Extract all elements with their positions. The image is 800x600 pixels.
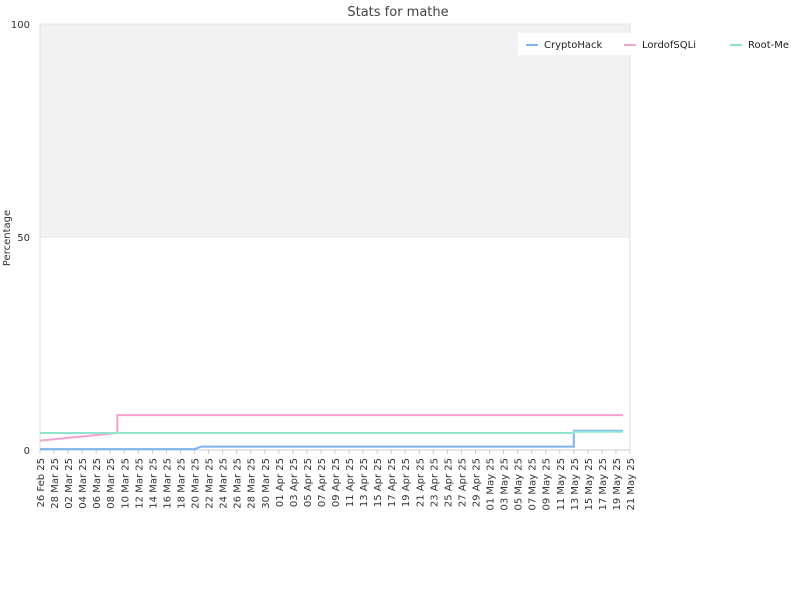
x-tick-label: 19 Apr 25 (401, 458, 412, 507)
x-tick-label: 13 Apr 25 (359, 458, 370, 507)
series-line-root-me (40, 430, 623, 434)
x-tick-label: 24 Mar 25 (219, 458, 230, 509)
x-tick-label: 03 May 25 (500, 458, 511, 510)
series-lines (39, 414, 623, 451)
x-tick-label: 28 Mar 25 (50, 458, 61, 509)
x-tick-label: 08 Mar 25 (106, 458, 117, 509)
x-tick-label: 27 Apr 25 (457, 458, 468, 507)
legend-label: LordofSQLi (642, 40, 696, 51)
chart-title: Stats for mathe (347, 5, 448, 20)
x-tick-label: 13 May 25 (570, 458, 581, 510)
x-tick-label: 11 Apr 25 (345, 458, 356, 507)
x-tick-label: 09 Apr 25 (331, 458, 342, 507)
y-tick-labels: 0 50 100 (11, 20, 30, 457)
y-axis-label: Percentage (2, 210, 13, 266)
x-tick-label: 02 Mar 25 (64, 458, 75, 509)
x-tick-label: 01 May 25 (486, 458, 497, 510)
legend-label: Root-Me (748, 40, 789, 51)
x-tick-label: 23 Apr 25 (429, 458, 440, 507)
x-tick-label: 28 Mar 25 (247, 458, 258, 509)
y-tick-label: 0 (24, 446, 30, 457)
x-tick-label: 25 Apr 25 (443, 458, 454, 507)
x-tick-label: 19 May 25 (612, 458, 623, 510)
x-tick-label: 26 Feb 25 (36, 458, 47, 508)
legend-label: CryptoHack (544, 40, 603, 51)
x-tick-label: 21 May 25 (626, 458, 637, 510)
x-tick-label: 20 Mar 25 (191, 458, 202, 509)
x-tick-label: 09 May 25 (542, 458, 553, 510)
y-tick-label: 50 (17, 233, 30, 244)
x-tick-label: 16 Mar 25 (162, 458, 173, 509)
x-tick-label: 11 May 25 (556, 458, 567, 510)
x-tick-label: 21 Apr 25 (415, 458, 426, 507)
x-tick-label: 07 Apr 25 (317, 458, 328, 507)
x-tick-label: 17 Apr 25 (387, 458, 398, 507)
series-line-lordofsqli (39, 414, 623, 442)
x-tick-label: 05 Apr 25 (303, 458, 314, 507)
plot-upper-band (40, 24, 630, 237)
x-tick-label: 15 May 25 (584, 458, 595, 510)
x-tick-label: 01 Apr 25 (275, 458, 286, 507)
x-tick-labels: 26 Feb 25 28 Mar 25 02 Mar 25 04 Mar 25 06 M… (36, 450, 637, 510)
x-tick-label: 03 Apr 25 (289, 458, 300, 507)
x-tick-label: 18 Mar 25 (176, 458, 187, 509)
x-tick-label: 05 May 25 (514, 458, 525, 510)
x-tick-label: 17 May 25 (598, 458, 609, 510)
stats-line-chart: 050100 26 Feb 25 28 Mar 25 02 Mar 25 04 Mar… (2, 5, 789, 510)
x-tick-label: 15 Apr 25 (373, 458, 384, 507)
x-tick-label: 29 Apr 25 (471, 458, 482, 507)
x-tick-label: 07 May 25 (528, 458, 539, 510)
x-tick-label: 04 Mar 25 (78, 458, 89, 509)
legend: CryptoHack LordofSQLi Root-Me (518, 33, 789, 55)
x-tick-label: 10 Mar 25 (120, 458, 131, 509)
x-tick-label: 22 Mar 25 (205, 458, 216, 509)
x-tick-label: 12 Mar 25 (134, 458, 145, 509)
x-tick-label: 26 Mar 25 (233, 458, 244, 509)
y-tick-label: 100 (11, 20, 30, 31)
x-tick-label: 30 Mar 25 (261, 458, 272, 509)
x-tick-label: 14 Mar 25 (148, 458, 159, 509)
x-tick-label: 06 Mar 25 (92, 458, 103, 509)
